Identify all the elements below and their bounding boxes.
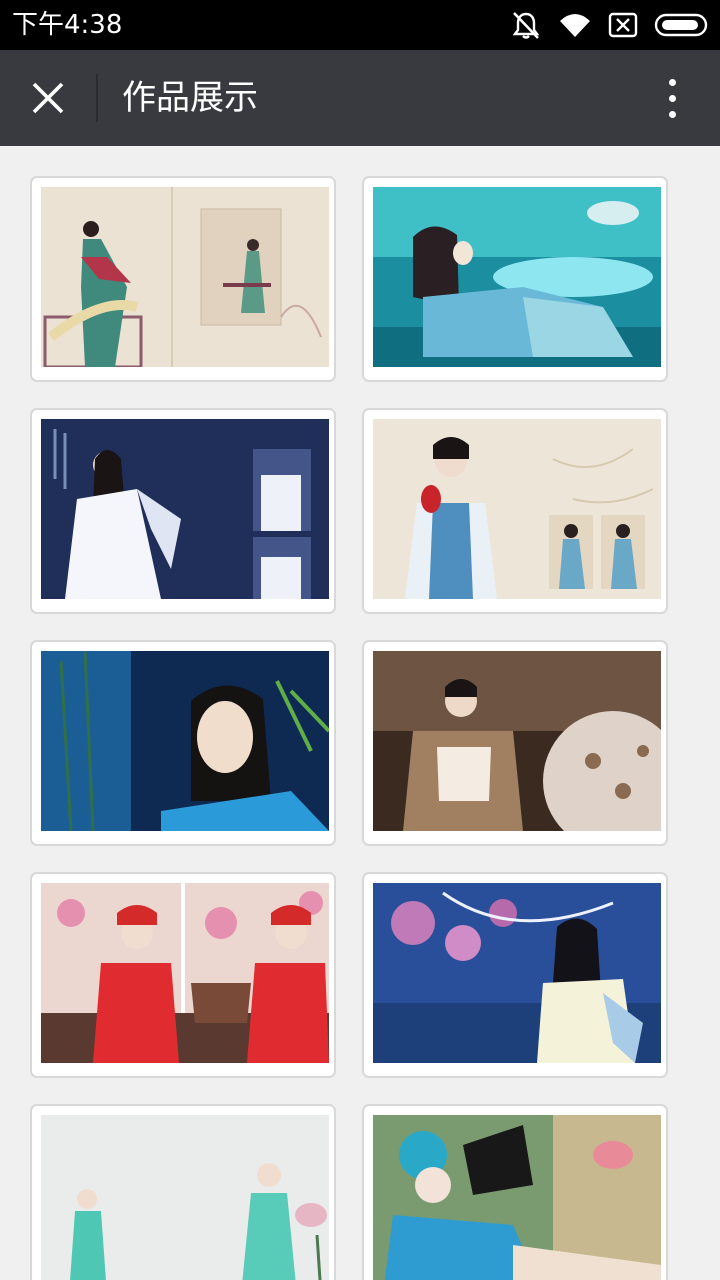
gallery-item[interactable]	[362, 176, 668, 382]
photo	[41, 187, 329, 367]
close-button[interactable]	[22, 72, 74, 124]
toolbar: 作品展示	[0, 50, 720, 146]
close-icon	[32, 82, 64, 114]
sim-card-none-icon	[608, 12, 638, 38]
photo	[373, 187, 661, 367]
page-title: 作品展示	[122, 78, 258, 118]
photo	[373, 651, 661, 831]
gallery-item[interactable]	[362, 1104, 668, 1280]
more-button[interactable]	[660, 72, 684, 124]
gallery-item[interactable]	[30, 872, 336, 1078]
photo	[373, 1115, 661, 1280]
status-bar: 下午4:38	[0, 0, 720, 50]
more-vertical-icon	[668, 78, 676, 86]
photo	[41, 1115, 329, 1280]
gallery-item[interactable]	[30, 408, 336, 614]
gallery-item[interactable]	[30, 176, 336, 382]
toolbar-divider	[96, 74, 98, 122]
status-icons	[510, 10, 710, 40]
gallery-item[interactable]	[362, 408, 668, 614]
mute-icon	[510, 10, 542, 40]
photo	[373, 883, 661, 1063]
gallery-item[interactable]	[30, 1104, 336, 1280]
photo	[41, 883, 329, 1063]
gallery-grid	[0, 146, 720, 1280]
photo	[373, 419, 661, 599]
gallery-item[interactable]	[362, 640, 668, 846]
status-time: 下午4:38	[12, 10, 123, 40]
gallery-item[interactable]	[30, 640, 336, 846]
battery-icon	[654, 12, 710, 38]
photo	[41, 651, 329, 831]
wifi-icon	[558, 11, 592, 39]
gallery-item[interactable]	[362, 872, 668, 1078]
photo	[41, 419, 329, 599]
